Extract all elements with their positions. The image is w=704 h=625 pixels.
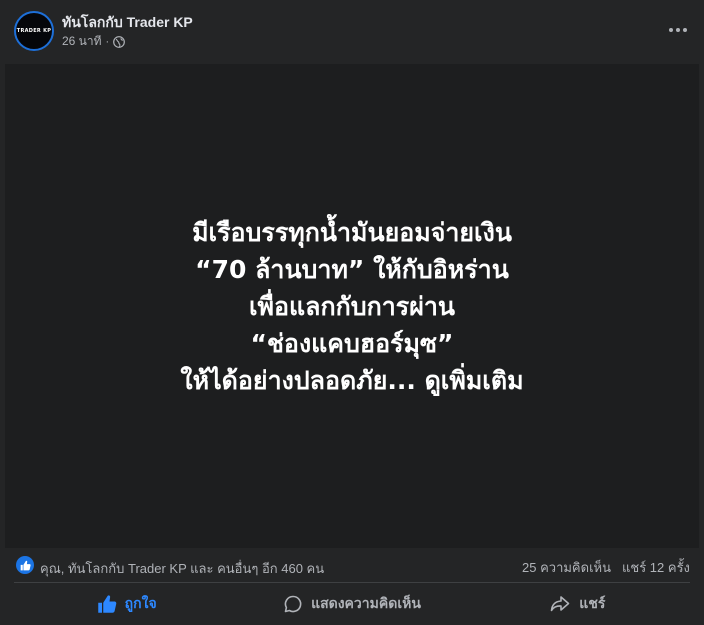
- image-text-line: เพื่อแลกกับการผ่าน: [248, 291, 455, 321]
- post-time[interactable]: 26 นาที: [62, 32, 102, 51]
- more-options-icon-dot: [676, 28, 680, 32]
- comment-icon: [284, 595, 302, 613]
- post-meta: 26 นาที ·: [62, 32, 126, 51]
- image-text-line: ให้ได้อย่างปลอดภัย... ดูเพิ่มเติม: [180, 365, 524, 395]
- globe-icon[interactable]: [113, 35, 126, 48]
- more-options-icon-dot: [683, 28, 687, 32]
- reactors-summary[interactable]: คุณ, ทันโลกกับ Trader KP และ คนอื่นๆ อีก…: [40, 558, 324, 579]
- share-count[interactable]: แชร์ 12 ครั้ง: [622, 557, 690, 578]
- like-button[interactable]: ถูกใจ: [14, 585, 239, 623]
- like-reaction-icon[interactable]: [16, 556, 34, 574]
- post-actions: ถูกใจ แสดงความคิดเห็น แชร์: [14, 585, 690, 623]
- comment-button[interactable]: แสดงความคิดเห็น: [239, 585, 464, 623]
- image-text-line: มีเรือบรรทุกน้ำมันยอมจ่ายเงิน: [192, 217, 512, 247]
- post-image[interactable]: มีเรือบรรทุกน้ำมันยอมจ่ายเงิน “70 ล้านบา…: [5, 64, 699, 548]
- author-name[interactable]: ทันโลกกับ Trader KP: [62, 12, 193, 34]
- share-button[interactable]: แชร์: [465, 585, 690, 623]
- post-header: TRADER KP ทันโลกกับ Trader KP 26 นาที ·: [0, 0, 704, 64]
- meta-separator: ·: [105, 35, 110, 48]
- avatar-logo-text: TRADER KP: [16, 28, 52, 34]
- image-text-line: “ช่องแคบฮอร์มุซ”: [250, 328, 454, 358]
- more-options-icon: [669, 28, 673, 32]
- share-label: แชร์: [579, 595, 606, 611]
- share-icon: [550, 596, 570, 612]
- like-label: ถูกใจ: [124, 595, 157, 611]
- thumbs-up-icon: [97, 595, 116, 613]
- actions-divider: [14, 582, 690, 583]
- comment-count[interactable]: 25 ความคิดเห็น: [522, 557, 611, 578]
- more-options-button[interactable]: [664, 16, 692, 44]
- page-avatar[interactable]: TRADER KP: [14, 11, 54, 51]
- facebook-post: TRADER KP ทันโลกกับ Trader KP 26 นาที · …: [0, 0, 704, 625]
- image-text-line: “70 ล้านบาท” ให้กับอิหร่าน: [195, 254, 509, 284]
- post-image-text: มีเรือบรรทุกน้ำมันยอมจ่ายเงิน “70 ล้านบา…: [180, 214, 523, 399]
- post-stats: คุณ, ทันโลกกับ Trader KP และ คนอื่นๆ อีก…: [0, 551, 704, 579]
- comment-label: แสดงความคิดเห็น: [311, 595, 421, 611]
